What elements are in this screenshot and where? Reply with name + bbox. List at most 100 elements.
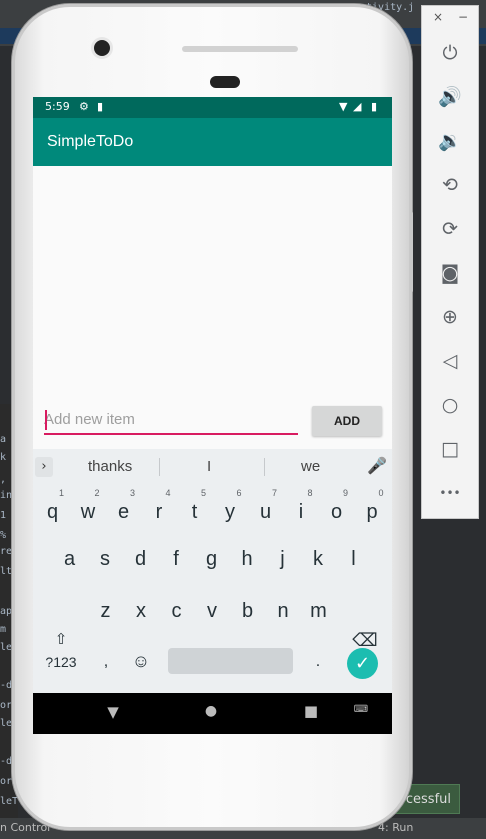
period-key[interactable]: . <box>309 649 327 675</box>
key-k[interactable]: k <box>301 536 336 582</box>
key-label: m <box>310 600 327 622</box>
rotate-right-icon[interactable]: ⟳ <box>436 215 464 243</box>
key-n[interactable]: n <box>266 588 301 634</box>
status-time: 5:59 <box>45 100 70 113</box>
rotate-left-icon[interactable]: ⟲ <box>436 171 464 199</box>
suggestion-item[interactable]: we <box>301 458 320 475</box>
ide-code-fragment: % <box>0 530 7 541</box>
back-nav-icon[interactable]: ▼ <box>103 703 123 721</box>
ide-code-fragment: le <box>0 642 13 653</box>
phone-screen: 5:59 ⚙ ▮ ▼ ◢ ▮ SimpleToDo ADD › thanks I… <box>33 97 392 734</box>
front-camera <box>94 40 110 56</box>
app-title: SimpleToDo <box>47 133 134 150</box>
space-key[interactable] <box>168 648 293 674</box>
key-r[interactable]: r4 <box>142 488 177 535</box>
volume-down-icon[interactable]: 🔉 <box>436 127 464 155</box>
camera-icon[interactable]: ◙ <box>436 259 464 287</box>
key-label: f <box>173 548 179 570</box>
microphone-icon[interactable]: 🎤 <box>367 456 387 475</box>
suggestion-divider <box>264 458 265 476</box>
power-icon[interactable]: ⏻ <box>436 39 464 67</box>
soft-keyboard: › thanks I we 🎤 q1w2e3r4t5y6u7i8o9p0 asd… <box>33 449 392 693</box>
overview-nav-icon[interactable]: ■ <box>301 702 321 720</box>
ide-code-fragment: leT <box>0 796 19 807</box>
key-label: z <box>100 600 111 622</box>
key-i[interactable]: i8 <box>284 488 319 535</box>
new-item-input[interactable] <box>44 405 298 435</box>
key-hint: 2 <box>94 488 100 498</box>
key-w[interactable]: w2 <box>71 488 106 535</box>
minimize-icon[interactable]: − <box>458 10 468 24</box>
key-label: w <box>80 501 96 523</box>
ide-code-fragment: 1 <box>0 510 7 521</box>
key-hint: 4 <box>165 488 171 498</box>
key-y[interactable]: y6 <box>213 488 248 535</box>
android-nav-bar: ▼ ● ■ ⌨ <box>33 693 392 734</box>
key-hint: 9 <box>342 488 348 498</box>
key-label: i <box>298 501 304 523</box>
key-e[interactable]: e3 <box>106 488 141 535</box>
key-label: q <box>46 501 59 523</box>
ide-code-fragment: ap <box>0 606 13 617</box>
suggestion-item[interactable]: thanks <box>88 458 132 475</box>
volume-up-icon[interactable]: 🔊 <box>436 83 464 111</box>
key-label: n <box>277 600 289 622</box>
signal-icon: ◢ <box>353 100 362 113</box>
key-b[interactable]: b <box>230 588 265 634</box>
key-label: l <box>351 548 356 570</box>
home-icon[interactable]: ○ <box>436 391 464 419</box>
ide-code-fragment: le <box>0 718 13 729</box>
key-j[interactable]: j <box>265 536 300 582</box>
key-p[interactable]: p0 <box>355 488 390 535</box>
key-t[interactable]: t5 <box>177 488 212 535</box>
key-h[interactable]: h <box>230 536 265 582</box>
text-cursor <box>45 410 47 430</box>
key-c[interactable]: c <box>159 588 194 634</box>
expand-toolbar-icon[interactable]: › <box>35 457 53 477</box>
emulator-controls: × − ⏻ 🔊 🔉 ⟲ ⟳ ◙ ⊕ ◁ ○ □ ••• <box>421 5 479 519</box>
zoom-icon[interactable]: ⊕ <box>436 303 464 331</box>
close-icon[interactable]: × <box>433 10 443 24</box>
key-l[interactable]: l <box>336 536 371 582</box>
key-u[interactable]: u7 <box>248 488 283 535</box>
key-hint: 7 <box>271 488 277 498</box>
comma-key[interactable]: , <box>97 649 115 675</box>
key-o[interactable]: o9 <box>319 488 354 535</box>
home-nav-icon[interactable]: ● <box>201 703 221 719</box>
key-hint: 0 <box>378 488 384 498</box>
key-label: o <box>330 501 343 523</box>
key-label: y <box>225 501 235 523</box>
key-q[interactable]: q1 <box>35 488 70 535</box>
key-a[interactable]: a <box>52 536 87 582</box>
key-g[interactable]: g <box>194 536 229 582</box>
overview-icon[interactable]: □ <box>436 435 464 463</box>
keyboard-switch-icon[interactable]: ⌨ <box>351 704 371 715</box>
key-f[interactable]: f <box>159 536 194 582</box>
more-icon[interactable]: ••• <box>436 479 464 507</box>
enter-key[interactable]: ✓ <box>347 648 378 679</box>
suggestion-item[interactable]: I <box>207 458 211 475</box>
key-z[interactable]: z <box>88 588 123 634</box>
earpiece <box>210 76 240 88</box>
key-d[interactable]: d <box>123 536 158 582</box>
key-label: h <box>241 548 253 570</box>
key-label: g <box>205 548 218 570</box>
key-m[interactable]: m <box>301 588 336 634</box>
key-v[interactable]: v <box>195 588 230 634</box>
ide-code-fragment: lt <box>0 566 13 577</box>
ide-code-fragment: -d <box>0 756 13 767</box>
add-button[interactable]: ADD <box>312 406 382 436</box>
emoji-icon[interactable]: ☺ <box>129 647 153 675</box>
symbols-key[interactable]: ?123 <box>39 649 83 675</box>
ide-code-fragment: -d <box>0 680 13 691</box>
ide-run-tab[interactable]: 4: Run <box>378 821 413 834</box>
back-icon[interactable]: ◁ <box>436 347 464 375</box>
key-label: e <box>117 501 130 523</box>
key-label: b <box>241 600 254 622</box>
ide-code-fragment: re <box>0 546 13 557</box>
key-x[interactable]: x <box>124 588 159 634</box>
app-toolbar: SimpleToDo <box>33 118 392 166</box>
key-label: v <box>207 600 217 622</box>
key-s[interactable]: s <box>88 536 123 582</box>
key-label: r <box>155 501 163 523</box>
